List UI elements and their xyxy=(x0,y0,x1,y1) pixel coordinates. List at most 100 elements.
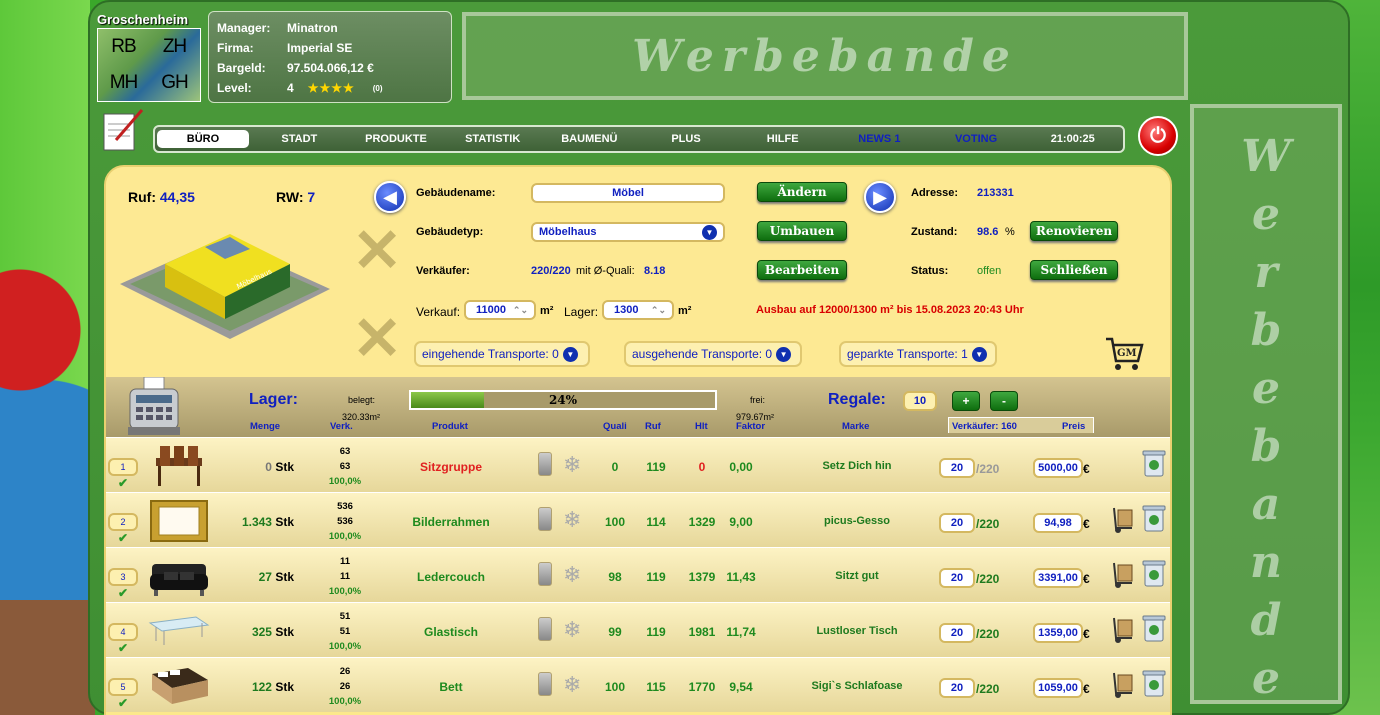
price-input[interactable]: 5000,00 xyxy=(1033,458,1083,478)
sales-percent: 100,0% xyxy=(328,531,362,542)
hourglass-icon[interactable] xyxy=(538,617,552,641)
hourglass-icon[interactable] xyxy=(538,562,552,586)
nav-voting[interactable]: VOTING xyxy=(928,133,1025,145)
price-input[interactable]: 3391,00 xyxy=(1033,568,1083,588)
col-preis[interactable]: Preis xyxy=(1062,421,1085,432)
snowflake-icon[interactable]: ❄ xyxy=(563,507,581,533)
nav-baumenue[interactable]: BAUMENÜ xyxy=(541,133,638,145)
hand-truck-icon[interactable] xyxy=(1110,506,1136,534)
hourglass-icon[interactable] xyxy=(538,452,552,476)
power-logout-icon[interactable]: ⏻ xyxy=(1138,116,1178,156)
ad-banner-side[interactable]: W e r b e b a n d e xyxy=(1190,104,1342,704)
quantity-unit: Stk xyxy=(275,515,294,529)
col-faktor[interactable]: Faktor xyxy=(736,421,765,432)
ad-letter: n xyxy=(1250,537,1282,588)
rebuild-button[interactable]: Umbauen xyxy=(757,221,847,241)
snowflake-icon[interactable]: ❄ xyxy=(563,452,581,478)
remove-shelf-button[interactable]: - xyxy=(990,391,1018,411)
trash-icon[interactable] xyxy=(1142,668,1166,698)
seller-quali: 8.18 xyxy=(644,265,666,277)
col-produkt[interactable]: Produkt xyxy=(432,421,468,432)
change-name-button[interactable]: Ändern xyxy=(757,182,847,202)
col-verk[interactable]: Verk. xyxy=(330,421,353,432)
snowflake-icon[interactable]: ❄ xyxy=(563,562,581,588)
hand-truck-icon[interactable] xyxy=(1110,671,1136,699)
edit-sellers-button[interactable]: Bearbeiten xyxy=(757,260,847,280)
trash-icon[interactable] xyxy=(1142,558,1166,588)
col-ruf[interactable]: Ruf xyxy=(645,421,661,432)
snowflake-icon[interactable]: ❄ xyxy=(563,617,581,643)
snowflake-icon[interactable]: ❄ xyxy=(563,672,581,698)
city-widget[interactable]: Groschenheim RB ZH MH GH xyxy=(97,12,203,104)
col-hlt[interactable]: Hlt xyxy=(695,421,708,432)
price-input[interactable]: 94,98 xyxy=(1033,513,1083,533)
col-verkaeufer[interactable]: Verkäufer: 160 xyxy=(952,421,1017,432)
price-input[interactable]: 1059,00 xyxy=(1033,678,1083,698)
nav-produkte[interactable]: PRODUKTE xyxy=(348,133,445,145)
prev-building-button[interactable]: ◀ xyxy=(374,181,406,213)
trash-icon[interactable] xyxy=(1142,503,1166,533)
row-number[interactable]: 1 xyxy=(108,458,138,476)
seller-count-input[interactable]: 20 xyxy=(939,678,975,698)
product-name[interactable]: Sitzgruppe xyxy=(371,460,531,474)
building-type-select[interactable]: Möbelhaus ▼ xyxy=(531,222,725,242)
table-row: 5 ✔ 122 Stk 26 26 100,0% Bett ❄ 100 115 … xyxy=(106,657,1170,712)
factor: 0,00 xyxy=(729,460,753,474)
incoming-transports-dropdown[interactable]: eingehende Transporte: 0 ▼ xyxy=(414,341,590,367)
col-marke[interactable]: Marke xyxy=(842,421,869,432)
city-map[interactable]: RB ZH MH GH xyxy=(97,28,201,102)
hourglass-icon[interactable] xyxy=(538,507,552,531)
cash-register-icon[interactable] xyxy=(126,377,182,435)
product-name[interactable]: Bett xyxy=(371,680,531,694)
row-number[interactable]: 5 xyxy=(108,678,138,696)
sales-value-1: 26 xyxy=(339,666,351,677)
ad-banner-top[interactable]: Werbebande xyxy=(462,12,1188,100)
col-menge[interactable]: Menge xyxy=(250,421,280,432)
row-number[interactable]: 3 xyxy=(108,568,138,586)
trash-icon[interactable] xyxy=(1142,613,1166,643)
add-shelf-button[interactable]: + xyxy=(952,391,980,411)
nav-statistik[interactable]: STATISTIK xyxy=(444,133,541,145)
nav-hilfe[interactable]: HILFE xyxy=(734,133,831,145)
close-shop-button[interactable]: Schließen xyxy=(1030,260,1118,280)
seller-count-input[interactable]: 20 xyxy=(939,458,975,478)
notepad-icon[interactable] xyxy=(100,106,146,152)
hourglass-icon[interactable] xyxy=(538,672,552,696)
next-building-button[interactable]: ▶ xyxy=(864,181,896,213)
sales-value-2: 63 xyxy=(339,461,351,472)
stepper-icon[interactable]: ⌃⌄ xyxy=(513,305,528,316)
nav-news[interactable]: NEWS 1 xyxy=(831,133,928,145)
stepper-icon[interactable]: ⌃⌄ xyxy=(651,305,666,316)
building-name-label: Gebäudename: xyxy=(416,187,496,199)
row-number[interactable]: 4 xyxy=(108,623,138,641)
price-input[interactable]: 1359,00 xyxy=(1033,623,1083,643)
product-name[interactable]: Ledercouch xyxy=(371,570,531,584)
product-name[interactable]: Glastisch xyxy=(371,625,531,639)
trash-icon[interactable] xyxy=(1142,448,1166,478)
building-name-input[interactable]: Möbel xyxy=(531,183,725,203)
renovate-button[interactable]: Renovieren xyxy=(1030,221,1118,241)
storage-progress-bar: 24% xyxy=(409,390,717,410)
col-quali[interactable]: Quali xyxy=(603,421,627,432)
nav-stadt[interactable]: STADT xyxy=(251,133,348,145)
shopping-cart-icon[interactable]: GM xyxy=(1104,333,1144,373)
nav-plus[interactable]: PLUS xyxy=(638,133,735,145)
parked-transports-dropdown[interactable]: geparkte Transporte: 1 ▼ xyxy=(839,341,997,367)
product-name[interactable]: Bilderrahmen xyxy=(371,515,531,529)
reputation-value: 115 xyxy=(646,680,666,694)
seller-count-input[interactable]: 20 xyxy=(939,513,975,533)
seller-count-input[interactable]: 20 xyxy=(939,568,975,588)
outgoing-transports-dropdown[interactable]: ausgehende Transporte: 0 ▼ xyxy=(624,341,802,367)
lager-stepper[interactable]: 1300 ⌃⌄ xyxy=(602,300,674,320)
sales-stats: 11 11 100,0% xyxy=(328,554,362,599)
nav-buero[interactable]: BÜRO xyxy=(157,130,249,148)
hand-truck-icon[interactable] xyxy=(1110,616,1136,644)
row-number[interactable]: 2 xyxy=(108,513,138,531)
seller-count-input[interactable]: 20 xyxy=(939,623,975,643)
hand-truck-icon[interactable] xyxy=(1110,561,1136,589)
info-row-firma: Firma: Imperial SE xyxy=(217,38,443,58)
quality: 99 xyxy=(608,625,622,639)
shelves-input[interactable]: 10 xyxy=(903,391,937,411)
check-icon: ✔ xyxy=(118,476,129,490)
verkauf-stepper[interactable]: 11000 ⌃⌄ xyxy=(464,300,536,320)
